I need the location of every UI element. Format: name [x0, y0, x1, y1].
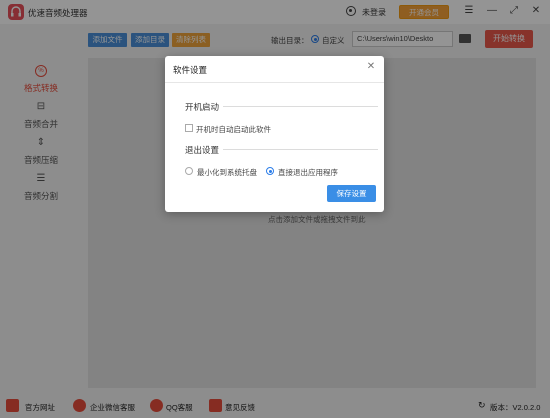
app-window: 优速音频处理器 未登录 开通会员 ☰ — ⤢ ✕ % 格式转换 ⊟ 音频合并 ⇕…: [0, 0, 550, 418]
minimize-to-tray-radio[interactable]: [185, 167, 193, 175]
exit-app-label[interactable]: 直接退出应用程序: [278, 167, 338, 178]
exit-app-radio[interactable]: [266, 167, 274, 175]
dialog-divider: [165, 82, 384, 83]
close-icon[interactable]: ✕: [366, 62, 376, 72]
section-divider: [223, 106, 378, 107]
auto-start-label[interactable]: 开机时自动启动此软件: [196, 124, 271, 135]
save-settings-button[interactable]: 保存设置: [327, 185, 376, 202]
section-divider: [223, 149, 378, 150]
startup-section-title: 开机启动: [185, 102, 220, 112]
settings-dialog: 软件设置 ✕ 开机启动 开机时自动启动此软件 退出设置 最小化到系统托盘 直接退…: [165, 56, 384, 212]
dialog-title: 软件设置: [173, 65, 208, 75]
auto-start-checkbox[interactable]: [185, 124, 193, 132]
exit-section-title: 退出设置: [185, 145, 220, 155]
minimize-to-tray-label[interactable]: 最小化到系统托盘: [197, 167, 257, 178]
